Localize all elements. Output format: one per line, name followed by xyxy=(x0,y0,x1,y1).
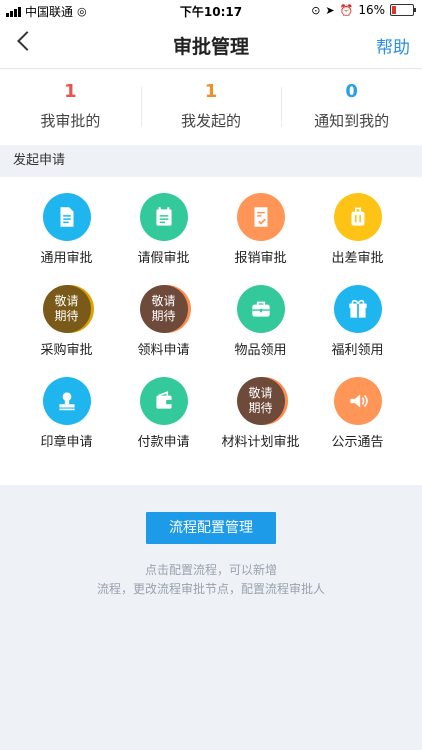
app-welfare-requisition[interactable]: 福利领用 xyxy=(309,285,406,358)
app-label: 物品领用 xyxy=(234,343,287,358)
workflow-config-button[interactable]: 流程配置管理 xyxy=(146,512,276,544)
stat-my-initiated[interactable]: 1 我发起的 xyxy=(140,69,282,145)
stamp-icon xyxy=(42,377,91,425)
status-right: ⊙ ➤ ⏰ 16% xyxy=(311,3,416,17)
app-label: 采购审批 xyxy=(40,343,93,358)
app-trip-approval[interactable]: 出差审批 xyxy=(309,193,406,266)
section-title: 发起申请 xyxy=(0,145,422,177)
app-material-plan-approval[interactable]: 敬请 期待 材料计划审批 xyxy=(212,377,309,450)
apply-panel: 通用审批 请假审批 报销审批 出差审批 敬请 期待 采购审批 敬请 期待 领料申… xyxy=(0,177,422,485)
document-icon xyxy=(42,193,91,241)
app-seal-request[interactable]: 印章申请 xyxy=(18,377,115,450)
stat-count: 1 xyxy=(64,81,77,102)
app-payment-request[interactable]: 付款申请 xyxy=(115,377,212,450)
app-label: 印章申请 xyxy=(40,435,93,450)
help-link[interactable]: 帮助 xyxy=(376,33,410,58)
coming-soon-text: 期待 xyxy=(54,309,79,323)
stats-bar: 1 我审批的 1 我发起的 0 通知到我的 xyxy=(0,69,422,145)
app-label: 出差审批 xyxy=(331,251,384,266)
coming-soon-icon: 敬请 期待 xyxy=(42,285,91,333)
stat-label: 我审批的 xyxy=(40,112,101,130)
battery-icon xyxy=(390,4,416,16)
app-label: 报销审批 xyxy=(234,251,287,266)
page-title: 审批管理 xyxy=(172,36,249,58)
receipt-check-icon xyxy=(236,193,285,241)
app-label: 公示通告 xyxy=(331,435,384,450)
app-label: 付款申请 xyxy=(137,435,190,450)
stat-label: 我发起的 xyxy=(181,112,242,130)
app-label: 请假审批 xyxy=(137,251,190,266)
app-general-approval[interactable]: 通用审批 xyxy=(18,193,115,266)
stat-my-approvals[interactable]: 1 我审批的 xyxy=(0,69,141,145)
app-purchase-approval[interactable]: 敬请 期待 采购审批 xyxy=(18,285,115,358)
app-public-notice[interactable]: 公示通告 xyxy=(309,377,406,450)
app-grid: 通用审批 请假审批 报销审批 出差审批 敬请 期待 采购审批 敬请 期待 领料申… xyxy=(18,193,406,450)
hint-line-1: 点击配置流程，可以新增 xyxy=(144,563,277,577)
coming-soon-text: 敬请 xyxy=(248,386,273,400)
gift-icon xyxy=(333,285,382,333)
app-label: 通用审批 xyxy=(40,251,93,266)
briefcase-icon xyxy=(236,285,285,333)
location-icon: ➤ xyxy=(325,3,335,17)
app-label: 领料申请 xyxy=(137,343,190,358)
battery-percent: 16% xyxy=(358,3,385,17)
rotation-lock-icon: ⊙ xyxy=(311,3,321,17)
app-label: 材料计划审批 xyxy=(221,435,300,450)
stat-label: 通知到我的 xyxy=(314,112,390,130)
coming-soon-icon: 敬请 期待 xyxy=(139,285,188,333)
luggage-icon xyxy=(333,193,382,241)
app-label: 福利领用 xyxy=(331,343,384,358)
status-bar: 中国联通 ◎ 下午10:17 ⊙ ➤ ⏰ 16% xyxy=(0,0,422,22)
calendar-icon xyxy=(139,193,188,241)
stat-count: 1 xyxy=(204,81,218,102)
stat-count: 0 xyxy=(345,81,358,102)
app-item-requisition[interactable]: 物品领用 xyxy=(212,285,309,358)
coming-soon-icon: 敬请 期待 xyxy=(236,377,285,425)
coming-soon-text: 期待 xyxy=(151,309,176,323)
coming-soon-text: 敬请 xyxy=(54,294,79,308)
app-expense-approval[interactable]: 报销审批 xyxy=(212,193,309,266)
app-leave-approval[interactable]: 请假审批 xyxy=(115,193,212,266)
nav-bar: 审批管理 帮助 xyxy=(0,22,422,69)
coming-soon-text: 敬请 xyxy=(151,294,176,308)
hint-line-2: 流程，更改流程审批节点，配置流程审批人 xyxy=(96,582,325,596)
stat-notified-me[interactable]: 0 通知到我的 xyxy=(281,69,422,145)
wallet-icon xyxy=(139,377,188,425)
alarm-icon: ⏰ xyxy=(339,3,354,17)
coming-soon-text: 期待 xyxy=(248,401,273,415)
speaker-icon xyxy=(333,377,382,425)
app-material-request[interactable]: 敬请 期待 领料申请 xyxy=(115,285,212,358)
